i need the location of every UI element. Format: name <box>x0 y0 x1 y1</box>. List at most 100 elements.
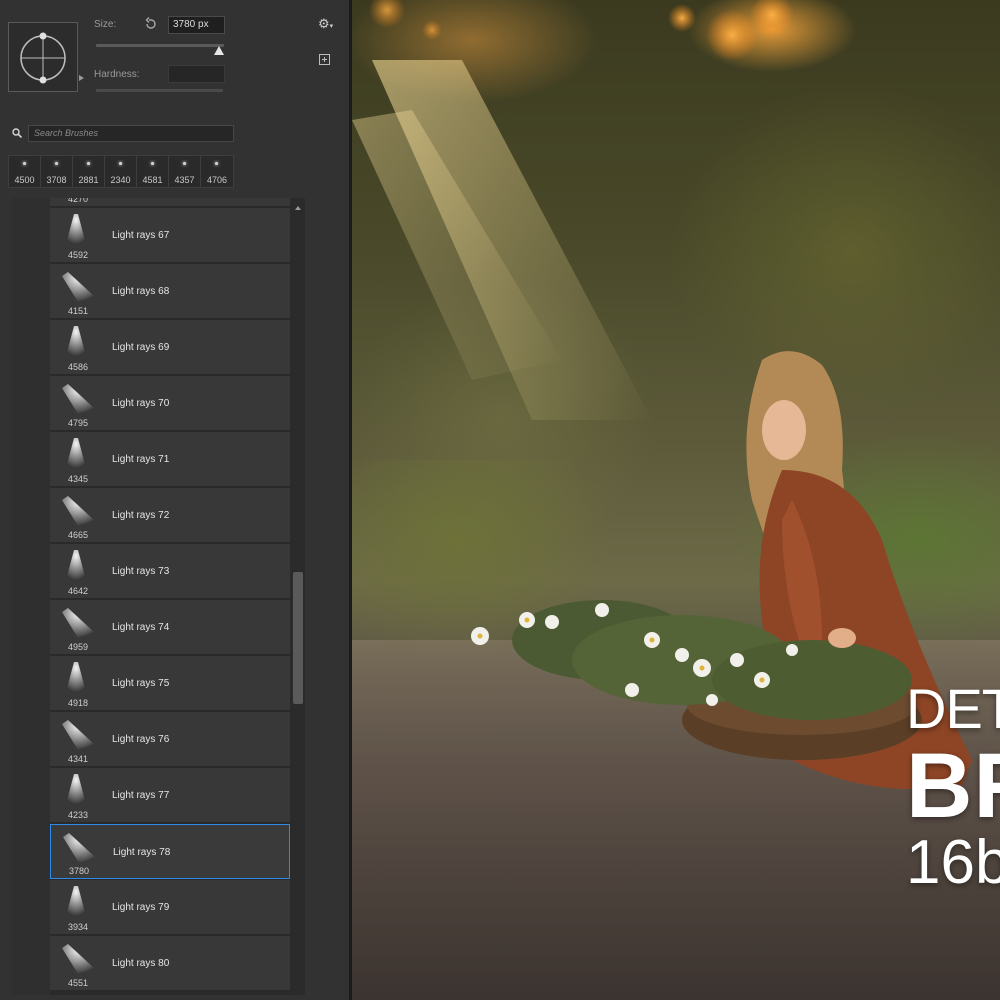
brush-row[interactable]: 4551 Light rays 80 <box>50 936 290 991</box>
brush-angle-roundness-icon <box>20 32 66 84</box>
light-ray-brush-tip-icon <box>66 214 86 244</box>
brush-name-label: Light rays 78 <box>113 847 171 858</box>
brush-row[interactable]: 4270 <box>50 198 290 207</box>
hardness-slider[interactable] <box>96 89 223 92</box>
light-ray-brush-tip-icon <box>62 720 94 750</box>
recent-brush[interactable]: 4500 <box>9 156 41 187</box>
brush-name-label: Light rays 75 <box>112 678 170 689</box>
brush-name-label: Light rays 68 <box>112 286 170 297</box>
brush-row[interactable]: 4233 Light rays 77 <box>50 768 290 823</box>
promo-line-brushes: BRUSHES <box>906 735 1000 837</box>
gear-icon[interactable]: ⚙▾ <box>318 17 336 31</box>
recent-brush-size: 2340 <box>110 175 131 185</box>
light-ray-brush-tip-icon <box>66 438 86 468</box>
recent-brush[interactable]: 3708 <box>41 156 73 187</box>
light-ray-brush-tip-icon <box>62 944 94 974</box>
brush-size-label: 4233 <box>67 810 89 820</box>
light-ray-brush-tip-icon <box>66 550 86 580</box>
brush-tip-icon <box>151 162 154 165</box>
brush-row[interactable]: 4151 Light rays 68 <box>50 264 290 319</box>
recent-brush[interactable]: 4581 <box>137 156 169 187</box>
recent-brush[interactable]: 2881 <box>73 156 105 187</box>
brush-size-label: 4345 <box>67 474 89 484</box>
size-input[interactable]: 3780 px <box>168 16 225 34</box>
recent-brushes-strip: 4500 3708 2881 2340 4581 4357 4706 <box>8 155 234 188</box>
brush-name-label: Light rays 80 <box>112 958 170 969</box>
brush-name-label: Light rays 73 <box>112 566 170 577</box>
brush-size-label: 4795 <box>67 418 89 428</box>
light-ray-brush-tip-icon <box>62 608 94 638</box>
brush-row[interactable]: 4665 Light rays 72 <box>50 488 290 543</box>
brush-name-label: Light rays 71 <box>112 454 170 465</box>
brush-tip-preview[interactable] <box>8 22 84 92</box>
recent-brush-size: 4706 <box>206 175 228 185</box>
search-brushes-input[interactable]: Search Brushes <box>28 125 234 142</box>
brush-size-label: 4270 <box>67 198 89 204</box>
brush-tip-icon <box>87 162 90 165</box>
brush-row[interactable]: 4959 Light rays 74 <box>50 600 290 655</box>
brush-size-label: 4918 <box>67 698 89 708</box>
brush-row[interactable]: 4918 Light rays 75 <box>50 656 290 711</box>
brush-name-label: Light rays 76 <box>112 734 170 745</box>
promo-photo: DETAILED BRUSHES 16bit & 8bit <box>352 0 1000 1000</box>
light-ray-brush-tip-icon <box>66 326 86 356</box>
brush-size-label: 3934 <box>67 922 89 932</box>
hardness-input[interactable] <box>168 65 225 83</box>
brush-size-label: 4642 <box>67 586 89 596</box>
brush-tip-icon <box>119 162 122 165</box>
brush-row[interactable]: 4586 Light rays 69 <box>50 320 290 375</box>
recent-brush[interactable]: 2340 <box>105 156 137 187</box>
preview-angle-arrow-icon <box>79 75 84 81</box>
brush-row[interactable]: 4642 Light rays 73 <box>50 544 290 599</box>
brush-row-selected[interactable]: 3780 Light rays 78 <box>50 824 290 879</box>
light-ray-brush-tip-icon <box>62 272 94 302</box>
recent-brush[interactable]: 4706 <box>201 156 233 187</box>
brush-row[interactable]: 4345 Light rays 71 <box>50 432 290 487</box>
recent-brush-size: 4500 <box>14 175 35 185</box>
light-ray-brush-tip-icon <box>62 496 94 526</box>
brush-size-label: 4592 <box>67 250 89 260</box>
brush-tip-icon <box>183 162 186 165</box>
brush-size-label: 4665 <box>67 530 89 540</box>
reset-icon[interactable] <box>144 17 158 31</box>
scrollbar-thumb[interactable] <box>293 572 303 704</box>
recent-brush-size: 4357 <box>174 175 195 185</box>
brush-name-label: Light rays 70 <box>112 398 170 409</box>
promo-line-bit-depth: 16bit & 8bit <box>906 828 1000 897</box>
brush-name-label: Light rays 79 <box>112 902 170 913</box>
brush-name-label: Light rays 74 <box>112 622 170 633</box>
girl-with-flower-basket-illustration <box>471 351 972 790</box>
size-slider[interactable] <box>96 44 224 47</box>
brush-name-label: Light rays 77 <box>112 790 170 801</box>
brush-size-label: 4151 <box>67 306 89 316</box>
recent-brush-size: 4581 <box>142 175 163 185</box>
recent-brush[interactable]: 4357 <box>169 156 201 187</box>
light-ray-brush-tip-icon <box>63 833 95 863</box>
brush-row[interactable]: 4341 Light rays 76 <box>50 712 290 767</box>
new-preset-plus-icon[interactable] <box>319 54 330 65</box>
recent-brush-size: 3708 <box>46 175 67 185</box>
hardness-label: Hardness: <box>94 69 140 80</box>
recent-brush-size: 2881 <box>78 175 99 185</box>
brush-tip-icon <box>23 162 26 165</box>
brush-tip-icon <box>55 162 58 165</box>
brush-tip-icon <box>215 162 218 165</box>
brush-size-label: 4551 <box>67 978 89 988</box>
light-ray-brush-tip-icon <box>66 886 86 916</box>
promo-line-detailed: DETAILED <box>906 677 1000 740</box>
size-slider-handle[interactable] <box>214 46 224 55</box>
brush-row[interactable]: 4592 Light rays 67 <box>50 208 290 263</box>
brush-size-label: 4586 <box>67 362 89 372</box>
brush-name-label: Light rays 69 <box>112 342 170 353</box>
scroll-up-arrow-icon[interactable] <box>295 206 301 210</box>
brush-size-label: 3780 <box>68 866 90 876</box>
brush-size-label: 4341 <box>67 754 89 764</box>
brush-row[interactable]: 4795 Light rays 70 <box>50 376 290 431</box>
light-ray-brush-tip-icon <box>62 384 94 414</box>
search-icon <box>12 128 22 138</box>
light-ray-brush-tip-icon <box>66 774 86 804</box>
brush-list: 4270 4592 Light rays 67 4151 Light rays 68 45… <box>50 198 290 995</box>
brush-row[interactable]: 3934 Light rays 79 <box>50 880 290 935</box>
light-ray-brush-tip-icon <box>66 662 86 692</box>
brush-name-label: Light rays 67 <box>112 230 170 241</box>
